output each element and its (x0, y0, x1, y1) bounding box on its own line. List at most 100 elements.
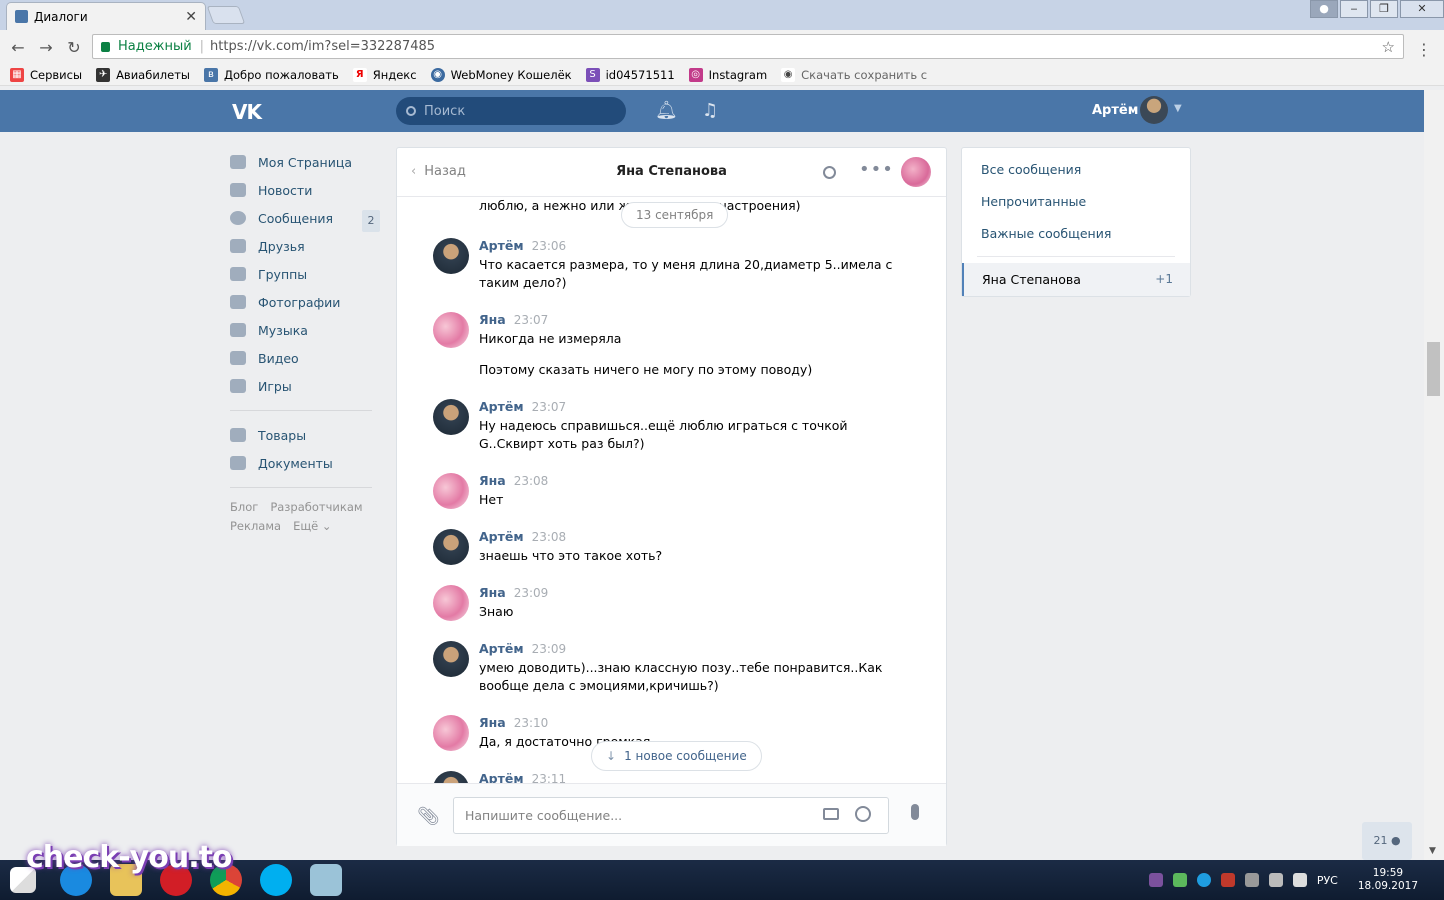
bookmark-download[interactable]: ◉ Скачать сохранить с (781, 67, 927, 82)
back-arrow-icon[interactable]: ← (4, 38, 32, 57)
sender-name[interactable]: Артём (479, 529, 524, 544)
sender-avatar[interactable] (433, 771, 469, 783)
bookmark-flights[interactable]: ✈ Авиабилеты (96, 67, 190, 82)
more-options-icon[interactable]: ••• (859, 159, 894, 180)
chevron-down-icon[interactable]: ▼ (1174, 103, 1182, 114)
camera-icon (230, 295, 246, 309)
network-icon[interactable] (1268, 873, 1283, 887)
sidebar-item-documents[interactable]: Документы (230, 449, 380, 477)
message-text: Ну надеюсь справишься..ещё люблю игратьс… (479, 418, 848, 451)
message-text: Нет (479, 492, 504, 507)
sidebar-item-friends[interactable]: Друзья (230, 232, 380, 260)
sender-name[interactable]: Артём (479, 771, 524, 783)
page-scrollbar[interactable]: ▼ (1424, 90, 1444, 860)
microphone-icon[interactable] (911, 804, 919, 820)
new-tab-button[interactable] (206, 6, 246, 24)
footer-link-ads[interactable]: Реклама (230, 519, 281, 533)
camera-icon[interactable] (823, 808, 839, 820)
sender-name[interactable]: Яна (479, 715, 506, 730)
url-input[interactable]: Надежный | https://vk.com/im?sel=3322874… (92, 34, 1404, 59)
tools-icon[interactable] (1244, 873, 1259, 887)
bell-icon[interactable]: 🔔︎ (655, 100, 678, 121)
vk-logo[interactable]: VK (232, 100, 262, 124)
selected-dialog[interactable]: Яна Степанова +1 (962, 263, 1190, 296)
reload-icon[interactable]: ↻ (60, 38, 88, 57)
minimize-button[interactable]: ‒ (1340, 0, 1368, 18)
skype-icon[interactable] (260, 864, 292, 896)
new-message-button[interactable]: ↓ 1 новое сообщение (591, 741, 762, 771)
notes-app-icon[interactable] (310, 864, 342, 896)
sidebar-item-video[interactable]: Видео (230, 344, 380, 372)
bookmark-services[interactable]: ▦ Сервисы (10, 67, 82, 82)
message-history[interactable]: люблю, а нежно или же симости от настрое… (397, 198, 946, 783)
close-window-button[interactable]: ✕ (1400, 0, 1444, 18)
sidebar-divider (230, 410, 372, 411)
sender-name[interactable]: Артём (479, 238, 524, 253)
language-indicator[interactable]: РУС (1317, 874, 1338, 887)
footer-link-more[interactable]: Ещё ⌄ (293, 519, 331, 533)
chat-search-icon[interactable] (823, 166, 836, 179)
message-time: 23:09 (513, 586, 549, 600)
footer-link-blog[interactable]: Блог (230, 500, 258, 514)
search-input[interactable]: Поиск (396, 97, 626, 125)
tab-dialogs[interactable]: Диалоги ✕ (6, 2, 206, 30)
sender-avatar[interactable] (433, 585, 469, 621)
filter-important[interactable]: Важные сообщения (962, 218, 1190, 250)
forward-arrow-icon[interactable]: → (32, 38, 60, 57)
header-user-name[interactable]: Артём (1092, 103, 1138, 118)
browser-tray-icon[interactable] (1196, 873, 1211, 887)
sidebar-item-goods[interactable]: Товары (230, 421, 380, 449)
sidebar-item-groups[interactable]: Группы (230, 260, 380, 288)
maximize-button[interactable]: ❐ (1370, 0, 1398, 18)
url-separator: | (199, 39, 205, 54)
sender-avatar[interactable] (433, 641, 469, 677)
scroll-down-icon[interactable]: ▼ (1429, 846, 1436, 856)
profile-icon[interactable]: ● (1310, 0, 1338, 18)
sidebar-item-news[interactable]: Новости (230, 176, 380, 204)
sender-avatar[interactable] (433, 715, 469, 751)
sidebar-item-music[interactable]: Музыка (230, 316, 380, 344)
plane-icon: ✈ (96, 67, 111, 82)
music-note-icon[interactable]: ♫ (702, 100, 718, 121)
footer-link-developers[interactable]: Разработчикам (270, 500, 362, 514)
emoji-icon[interactable] (855, 806, 871, 822)
bookmark-instagram[interactable]: ◎ Instagram (688, 67, 767, 82)
sender-avatar[interactable] (433, 238, 469, 274)
sender-avatar[interactable] (433, 473, 469, 509)
sender-name[interactable]: Яна (479, 473, 506, 488)
bookmark-vk-welcome[interactable]: в Добро пожаловать (204, 67, 339, 82)
sidebar-item-messages[interactable]: Сообщения 2 (230, 204, 380, 232)
online-friends-counter[interactable]: 21 ● (1362, 822, 1412, 860)
filter-all-messages[interactable]: Все сообщения (962, 154, 1190, 186)
sender-name[interactable]: Яна (479, 585, 506, 600)
sidebar-item-games[interactable]: Игры (230, 372, 380, 400)
flag-icon[interactable] (1220, 873, 1235, 887)
news-icon (230, 183, 246, 197)
music-icon (230, 323, 246, 337)
sender-name[interactable]: Артём (479, 399, 524, 414)
peer-avatar[interactable] (901, 157, 931, 187)
paperclip-icon[interactable]: 📎︎ (417, 806, 440, 827)
person-icon (230, 239, 246, 253)
browser-menu-icon[interactable]: ⋮ (1416, 40, 1432, 59)
sender-name[interactable]: Артём (479, 641, 524, 656)
bookmark-webmoney[interactable]: ◉ WebMoney Кошелёк (430, 67, 572, 82)
chat-bubble-icon (230, 211, 246, 225)
bookmark-yandex[interactable]: Я Яндекс (352, 67, 417, 82)
sender-name[interactable]: Яна (479, 312, 506, 327)
sync-icon[interactable] (1172, 873, 1187, 887)
scrollbar-thumb[interactable] (1427, 342, 1440, 396)
volume-icon[interactable] (1292, 873, 1307, 887)
sidebar-item-my-page[interactable]: Моя Страница (230, 148, 380, 176)
system-clock[interactable]: 19:59 18.09.2017 (1358, 867, 1418, 893)
filter-unread[interactable]: Непрочитанные (962, 186, 1190, 218)
sidebar-item-photos[interactable]: Фотографии (230, 288, 380, 316)
close-tab-icon[interactable]: ✕ (185, 9, 197, 25)
sender-avatar[interactable] (433, 312, 469, 348)
bookmark-id[interactable]: Sid04571511 (585, 67, 675, 82)
viber-icon[interactable] (1148, 873, 1163, 887)
header-avatar[interactable] (1140, 96, 1168, 124)
sender-avatar[interactable] (433, 399, 469, 435)
sender-avatar[interactable] (433, 529, 469, 565)
bookmark-star-icon[interactable]: ☆ (1382, 38, 1395, 56)
